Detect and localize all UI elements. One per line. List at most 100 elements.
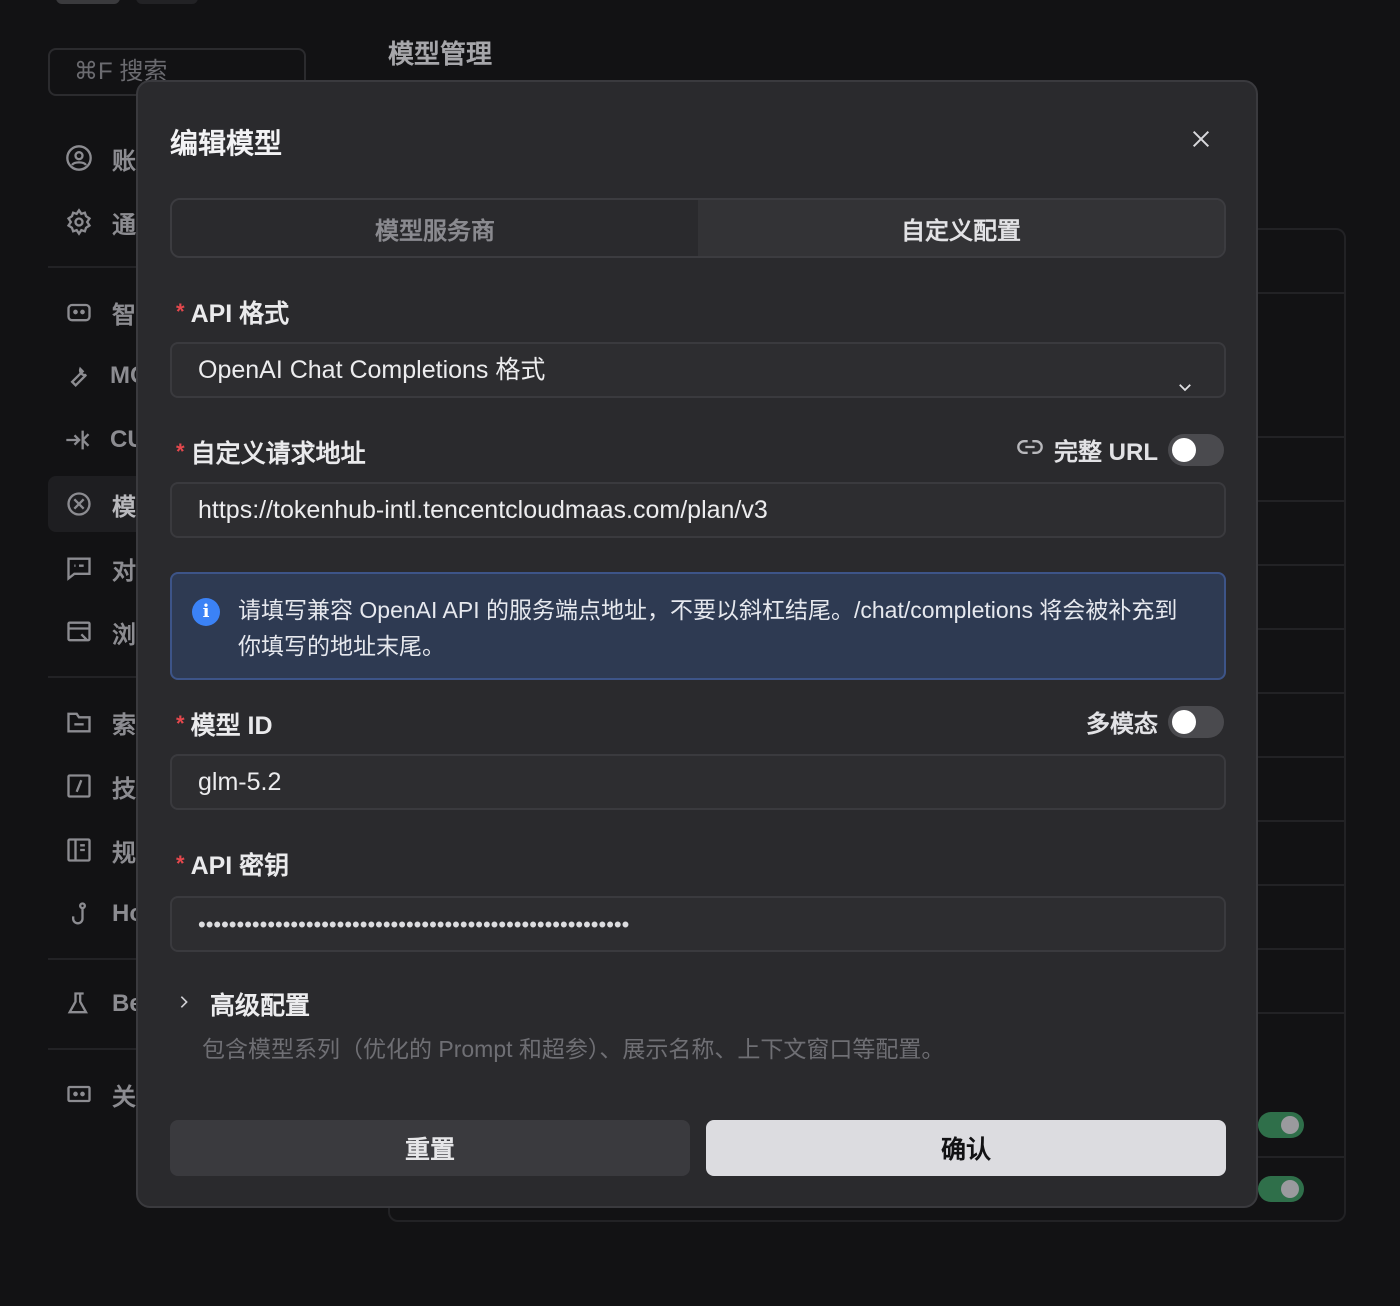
- page-title: 模型管理: [388, 39, 493, 69]
- sidebar-item-hooks[interactable]: Ho: [64, 894, 144, 934]
- request-url-value: https://tokenhub-intl.tencentcloudmaas.c…: [198, 496, 768, 524]
- skill-icon: [64, 771, 94, 801]
- sidebar-item-label: 模: [112, 493, 136, 521]
- table-row-divider: [1258, 884, 1344, 886]
- tab-custom-config[interactable]: 自定义配置: [698, 200, 1224, 256]
- sidebar-item-models[interactable]: 模: [64, 484, 144, 524]
- book-icon: [64, 835, 94, 865]
- sidebar-item-cu[interactable]: CU: [64, 420, 145, 460]
- dialog-title: 编辑模型: [170, 128, 283, 159]
- api-key-masked-value: ••••••••••••••••••••••••••••••••••••••••…: [198, 912, 630, 937]
- sidebar-item-label: 账: [112, 147, 136, 175]
- edit-model-dialog: 编辑模型 模型服务商 自定义配置 * API 格式 OpenAI Chat Co…: [136, 80, 1258, 1208]
- link-icon: [1016, 433, 1044, 466]
- sidebar-item-label: 技: [112, 775, 136, 803]
- api-key-label: * API 密钥: [176, 846, 289, 882]
- sidebar-item-account[interactable]: 账: [64, 138, 144, 178]
- cursor-arrow-icon: [64, 425, 92, 455]
- advanced-config-toggle[interactable]: 高级配置: [176, 986, 310, 1022]
- sidebar-divider: [48, 676, 148, 678]
- robot-icon: [64, 297, 94, 327]
- request-url-input[interactable]: https://tokenhub-intl.tencentcloudmaas.c…: [170, 482, 1226, 538]
- table-row-divider: [1258, 820, 1344, 822]
- required-mark: *: [176, 851, 185, 876]
- model-enable-toggle[interactable]: [1258, 1112, 1304, 1138]
- required-mark: *: [176, 439, 185, 464]
- model-id-input[interactable]: glm-5.2: [170, 754, 1226, 810]
- table-row-divider: [1258, 756, 1344, 758]
- model-enable-toggle[interactable]: [1258, 1176, 1304, 1202]
- full-url-control: 完整 URL: [1016, 432, 1224, 467]
- sidebar-item-label: 浏: [112, 621, 136, 649]
- sidebar-item-label: 关: [112, 1083, 136, 1111]
- sidebar-item-general[interactable]: 通: [64, 202, 144, 242]
- table-row-divider: [1258, 564, 1344, 566]
- user-circle-icon: [64, 143, 94, 173]
- reset-button[interactable]: 重置: [170, 1120, 690, 1176]
- sidebar-item-chat[interactable]: 对: [64, 548, 144, 588]
- sidebar-item-about[interactable]: 关: [64, 1074, 144, 1114]
- sidebar-item-skills[interactable]: 技: [64, 766, 144, 806]
- sidebar-item-index[interactable]: 索: [64, 702, 144, 742]
- full-url-label: 完整 URL: [1054, 439, 1158, 466]
- sidebar-item-label: 智: [112, 301, 136, 329]
- top-tab[interactable]: [136, 0, 198, 4]
- info-text: 请填写兼容 OpenAI API 的服务端点地址，不要以斜杠结尾。/chat/c…: [238, 597, 1178, 659]
- model-id-value: glm-5.2: [198, 768, 282, 796]
- table-row-divider: [1258, 500, 1344, 502]
- info-icon: i: [192, 598, 220, 626]
- table-row-divider: [1258, 292, 1344, 294]
- request-url-label-text: 自定义请求地址: [190, 440, 366, 468]
- table-row-divider: [1258, 692, 1344, 694]
- tab-model-provider[interactable]: 模型服务商: [172, 200, 698, 256]
- chevron-down-icon: [1176, 362, 1194, 392]
- sidebar-divider: [48, 958, 148, 960]
- advanced-config-description: 包含模型系列（优化的 Prompt 和超参）、展示名称、上下文窗口等配置。: [202, 1036, 945, 1062]
- sidebar-item-beta[interactable]: Be: [64, 984, 144, 1024]
- about-icon: [64, 1079, 94, 1109]
- model-id-label: * 模型 ID: [176, 706, 273, 742]
- api-format-label-text: API 格式: [190, 300, 290, 328]
- advanced-config-title: 高级配置: [210, 992, 311, 1020]
- info-callout: i 请填写兼容 OpenAI API 的服务端点地址，不要以斜杠结尾。/chat…: [170, 572, 1226, 680]
- flask-icon: [64, 989, 94, 1019]
- close-icon: [1190, 128, 1212, 155]
- sidebar-item-rules[interactable]: 规: [64, 830, 144, 870]
- config-tabs: 模型服务商 自定义配置: [170, 198, 1226, 258]
- sidebar-item-label: 通: [112, 211, 136, 239]
- wrench-icon: [64, 361, 92, 391]
- model-icon: [64, 489, 94, 519]
- sidebar-item-browser[interactable]: 浏: [64, 612, 144, 652]
- sidebar-item-label: 索: [112, 711, 136, 739]
- api-format-select[interactable]: OpenAI Chat Completions 格式: [170, 342, 1226, 398]
- browser-icon: [64, 617, 94, 647]
- table-row-divider: [1258, 948, 1344, 950]
- hook-icon: [64, 899, 94, 929]
- sidebar-item-label: 规: [112, 839, 136, 867]
- api-format-label: * API 格式: [176, 294, 289, 330]
- required-mark: *: [176, 711, 185, 736]
- api-key-input[interactable]: ••••••••••••••••••••••••••••••••••••••••…: [170, 896, 1226, 952]
- table-row-divider: [1258, 1012, 1344, 1014]
- table-row-divider: [1258, 628, 1344, 630]
- gear-icon: [64, 207, 94, 237]
- confirm-button[interactable]: 确认: [706, 1120, 1226, 1176]
- multimodal-toggle[interactable]: [1168, 705, 1224, 738]
- multimodal-control: 多模态: [1086, 704, 1224, 739]
- chat-icon: [64, 553, 94, 583]
- sidebar-item-label: 对: [112, 557, 136, 585]
- table-row-divider: [1258, 436, 1344, 438]
- api-format-value: OpenAI Chat Completions 格式: [198, 356, 546, 384]
- close-button[interactable]: [1182, 122, 1220, 160]
- folder-icon: [64, 707, 94, 737]
- chevron-right-icon: [176, 994, 192, 1015]
- sidebar-divider: [48, 1048, 148, 1050]
- table-row-divider: [1258, 1156, 1344, 1158]
- model-id-label-text: 模型 ID: [190, 712, 273, 740]
- full-url-toggle[interactable]: [1168, 433, 1224, 466]
- top-tab-active[interactable]: [56, 0, 120, 4]
- sidebar-item-agent[interactable]: 智: [64, 292, 144, 332]
- api-key-label-text: API 密钥: [190, 852, 290, 880]
- sidebar-item-mcp[interactable]: MC: [64, 356, 147, 396]
- multimodal-label: 多模态: [1086, 711, 1158, 738]
